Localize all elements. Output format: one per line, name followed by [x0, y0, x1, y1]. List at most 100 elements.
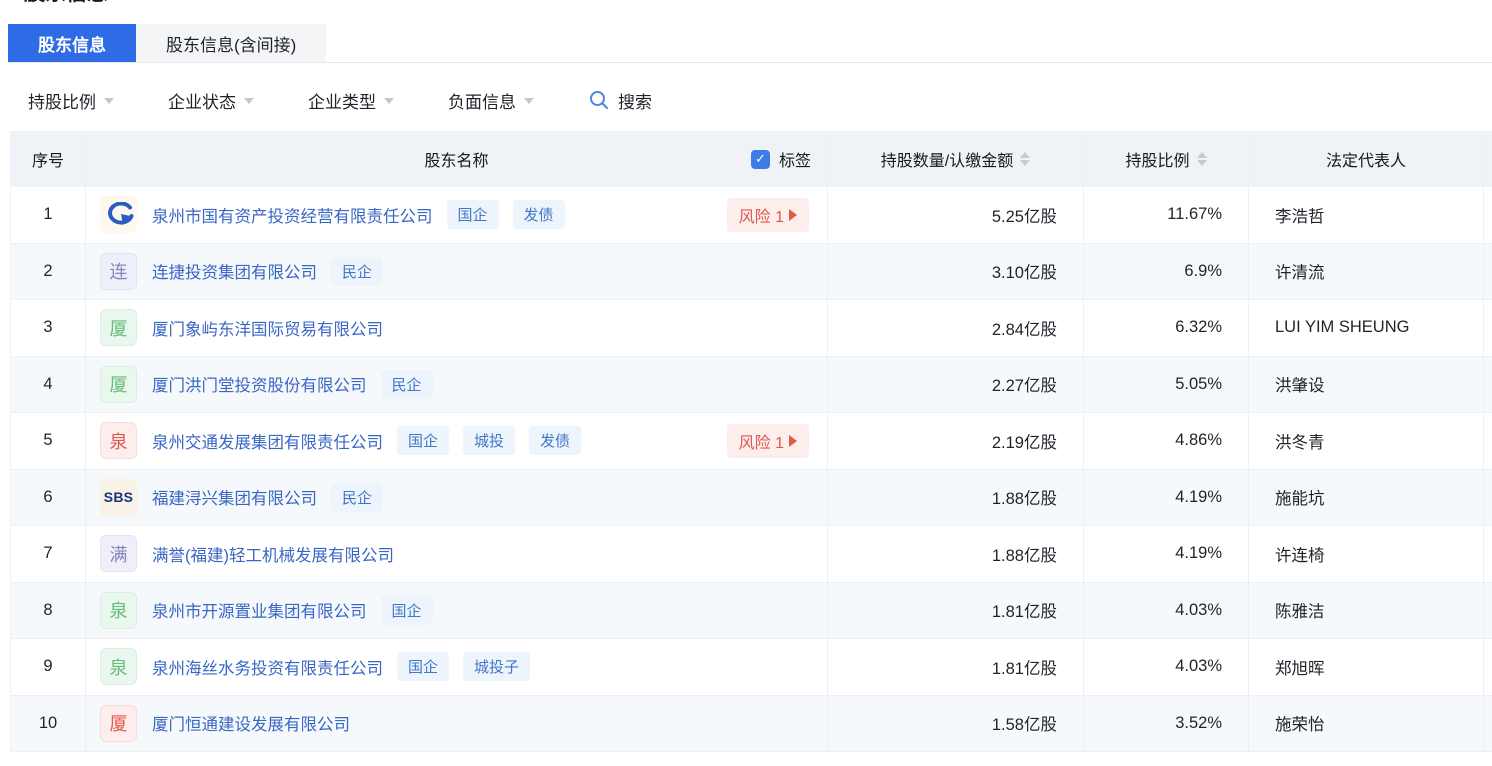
shareholder-name-cell: 泉泉州市开源置业集团有限公司 国企 — [86, 582, 828, 638]
row-edge — [1484, 470, 1492, 526]
company-tag[interactable]: 发债 — [529, 426, 582, 456]
row-index: 10 — [11, 695, 86, 751]
company-tag[interactable]: 城投 — [463, 426, 516, 456]
company-name-link[interactable]: 连捷投资集团有限公司 — [152, 259, 317, 283]
filter-dropdown[interactable]: 持股比例 — [28, 88, 114, 113]
ratio-cell: 4.03% — [1084, 639, 1249, 695]
company-name-link[interactable]: 厦门象屿东洋国际贸易有限公司 — [152, 316, 383, 340]
amount-cell: 2.84亿股 — [828, 300, 1084, 356]
company-name-link[interactable]: 满誉(福建)轻工机械发展有限公司 — [152, 542, 394, 566]
filter-dropdown[interactable]: 企业类型 — [308, 88, 394, 113]
legal-rep-cell: 许清流 — [1249, 243, 1484, 299]
table-row: 1 泉州市国有资产投资经营有限责任公司 国企 发债 风险 1 5.25亿股 11.67% 李浩… — [11, 187, 1492, 244]
table-row: 9 泉泉州海丝水务投资有限责任公司 国企 城投子 1.81亿股 4.03% 郑旭晖 — [11, 639, 1492, 696]
tag-checkbox[interactable]: ✓ — [750, 149, 770, 169]
legal-rep-cell: 李浩哲 — [1249, 187, 1484, 243]
tab-shareholders-indirect[interactable]: 股东信息(含间接) — [136, 24, 327, 62]
amount-cell: 1.58亿股 — [828, 695, 1084, 751]
legal-rep-cell: 陈雅洁 — [1249, 582, 1484, 638]
ratio-cell: 4.19% — [1084, 469, 1249, 525]
risk-label: 风险 1 — [738, 208, 784, 226]
company-name-link[interactable]: 厦门恒通建设发展有限公司 — [152, 711, 350, 735]
row-edge — [1484, 187, 1492, 243]
amount-cell: 5.25亿股 — [828, 187, 1084, 243]
table-row: 2 连连捷投资集团有限公司 民企 3.10亿股 6.9% 许清流 — [11, 243, 1492, 300]
risk-badge[interactable]: 风险 1 — [726, 197, 809, 232]
header-legal-rep: 法定代表人 — [1249, 131, 1484, 187]
filter-dropdown[interactable]: 企业状态 — [168, 88, 254, 113]
shareholder-table: 序号 股东名称 ✓ 标签 持股数量/认缴金额 持股比例 法定代表人 1 泉州市国有… — [10, 131, 1492, 752]
amount-cell: 1.88亿股 — [828, 469, 1084, 525]
table-row: 6 SBS 福建浔兴集团有限公司 民企 1.88亿股 4.19% 施能坑 — [11, 469, 1492, 526]
company-tag[interactable]: 国企 — [446, 200, 499, 230]
company-avatar: 厦 — [100, 704, 137, 742]
ratio-cell: 4.03% — [1084, 582, 1249, 638]
legal-rep-cell: 洪冬青 — [1249, 413, 1484, 469]
legal-rep-cell: 洪肇设 — [1249, 356, 1484, 412]
company-tag[interactable]: 民企 — [380, 369, 433, 399]
company-tag[interactable]: 民企 — [331, 256, 384, 286]
table-row: 3 厦厦门象屿东洋国际贸易有限公司 2.84亿股 6.32% LUI YIM SHEUN… — [11, 300, 1492, 357]
company-avatar: 泉 — [100, 648, 137, 686]
company-tag[interactable]: 国企 — [397, 426, 450, 456]
row-edge — [1484, 300, 1492, 356]
ratio-cell: 3.52% — [1084, 695, 1249, 751]
shareholder-name-cell: 泉泉州海丝水务投资有限责任公司 国企 城投子 — [86, 639, 828, 695]
shareholder-name-cell: 厦厦门恒通建设发展有限公司 — [86, 695, 828, 751]
tabs: 股东信息 股东信息(含间接) — [8, 24, 1492, 63]
company-tag[interactable]: 民企 — [331, 482, 384, 512]
row-index: 2 — [11, 243, 86, 299]
shareholder-name-cell: 厦厦门洪门堂投资股份有限公司 民企 — [86, 356, 828, 412]
company-name-link[interactable]: 福建浔兴集团有限公司 — [152, 485, 317, 509]
shareholder-name-cell: 厦厦门象屿东洋国际贸易有限公司 — [86, 300, 828, 356]
arrow-right-icon — [789, 434, 797, 447]
search-icon — [590, 91, 608, 109]
company-tag[interactable]: 城投子 — [463, 652, 531, 682]
company-avatar: 泉 — [100, 591, 137, 629]
sort-icon[interactable] — [1020, 152, 1031, 166]
row-index: 9 — [11, 639, 86, 695]
company-name-link[interactable]: 厦门洪门堂投资股份有限公司 — [152, 372, 367, 396]
legal-rep-cell: 郑旭晖 — [1249, 639, 1484, 695]
tag-toggle: ✓ 标签 — [750, 147, 811, 171]
table-header-row: 序号 股东名称 ✓ 标签 持股数量/认缴金额 持股比例 法定代表人 — [11, 131, 1492, 187]
company-name-link[interactable]: 泉州海丝水务投资有限责任公司 — [152, 655, 383, 679]
row-index: 8 — [11, 582, 86, 638]
company-tag[interactable]: 发债 — [512, 200, 565, 230]
risk-badge[interactable]: 风险 1 — [726, 423, 809, 458]
shareholder-name-cell: SBS 福建浔兴集团有限公司 民企 — [86, 469, 828, 525]
row-edge — [1484, 244, 1492, 300]
ratio-cell: 5.05% — [1084, 356, 1249, 412]
filter-label: 企业状态 — [168, 92, 236, 112]
filter-dropdown[interactable]: 负面信息 — [448, 88, 534, 113]
ratio-cell: 6.9% — [1084, 243, 1249, 299]
search-button[interactable]: 搜索 — [588, 88, 652, 113]
legal-rep-cell: 许连椅 — [1249, 526, 1484, 582]
ratio-cell: 4.19% — [1084, 526, 1249, 582]
shareholder-name-cell: 连连捷投资集团有限公司 民企 — [86, 243, 828, 299]
g-arrow-logo — [100, 196, 137, 234]
tag-checkbox-label: 标签 — [778, 153, 811, 170]
header-amount[interactable]: 持股数量/认缴金额 — [828, 131, 1084, 187]
table-row: 7 满满誉(福建)轻工机械发展有限公司 1.88亿股 4.19% 许连椅 — [11, 526, 1492, 583]
row-index: 6 — [11, 469, 86, 525]
company-avatar: 满 — [100, 535, 137, 573]
header-index: 序号 — [11, 131, 86, 187]
sort-icon[interactable] — [1196, 152, 1207, 166]
amount-cell: 2.19亿股 — [828, 413, 1084, 469]
company-name-link[interactable]: 泉州市开源置业集团有限公司 — [152, 598, 367, 622]
header-ratio[interactable]: 持股比例 — [1084, 131, 1249, 187]
tab-shareholders[interactable]: 股东信息 — [8, 24, 136, 62]
company-tag[interactable]: 国企 — [380, 595, 433, 625]
filter-label: 企业类型 — [308, 92, 376, 112]
risk-label: 风险 1 — [738, 434, 784, 452]
company-name-link[interactable]: 泉州交通发展集团有限责任公司 — [152, 429, 383, 453]
filter-label: 负面信息 — [448, 92, 516, 112]
company-tag[interactable]: 国企 — [397, 652, 450, 682]
legal-rep-cell: LUI YIM SHEUNG — [1249, 300, 1484, 356]
shareholder-name-cell: 满满誉(福建)轻工机械发展有限公司 — [86, 526, 828, 582]
company-avatar: 泉 — [100, 422, 137, 460]
amount-cell: 1.81亿股 — [828, 582, 1084, 638]
company-name-link[interactable]: 泉州市国有资产投资经营有限责任公司 — [152, 203, 433, 227]
table-row: 8 泉泉州市开源置业集团有限公司 国企 1.81亿股 4.03% 陈雅洁 — [11, 582, 1492, 639]
